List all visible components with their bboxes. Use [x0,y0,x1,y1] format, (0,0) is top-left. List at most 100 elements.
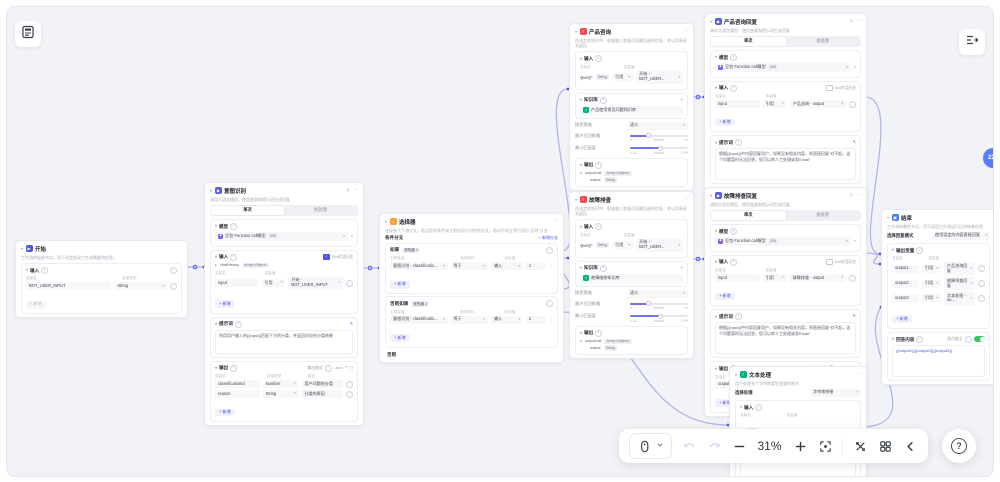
condition-ref-select[interactable]: 意图识别 - classificatio...▾ [390,262,448,270]
chevron-down-icon[interactable]: ▾ [580,331,582,335]
collapse-chevron-icon[interactable]: ▾ [21,247,23,251]
end-var-name-field[interactable]: output1 [892,265,919,273]
fit-view-button[interactable] [817,438,833,454]
model-settings-icon[interactable]: ≡ [854,239,856,244]
collapse-chevron-icon[interactable]: ▾ [575,30,577,34]
chevron-down-icon[interactable]: ▾ [715,260,717,264]
model-select[interactable]: ◆豆包·Function call模型32K▾ [215,232,348,241]
collapse-chevron-icon[interactable]: ▾ [385,220,387,224]
condition-op-select[interactable]: 等于▾ [451,316,489,324]
query-mode-select[interactable]: 引用▾ [612,241,633,249]
notes-button[interactable] [15,21,41,47]
node-header[interactable]: ▾ T 文本处理 ··· [730,367,866,381]
node-header[interactable]: ▾ ◆ 故障排查回复 ▷··· [705,188,866,202]
chevron-down-icon[interactable]: ▾ [580,225,582,229]
output-name-field[interactable]: reason [215,390,260,398]
chevron-down-icon[interactable]: ▾ [892,248,894,252]
chevron-down-icon[interactable]: ▾ [26,268,28,272]
input-mode-select[interactable]: 引用▾ [763,100,787,108]
add-field-icon[interactable]: + [170,267,177,274]
node-start[interactable]: ▾ ▶ 开始 工作流的起始节点，用于设定启动工作流需要的信息。 ▾输入i+ 变量… [15,240,188,318]
end-var-mode-select[interactable]: 引用▾ [922,280,941,288]
add-branch-button[interactable]: + 新增分支 [539,235,558,241]
prompt-textarea[interactable]: 根据{{input}}中内容回复用户，如果没有相关内容，则直接回复“对不起，这个… [715,148,856,180]
condition-value-mode-select[interactable]: 输入▾ [491,316,523,324]
chevron-down-icon[interactable]: ▾ [715,315,717,319]
output-name-field[interactable]: classificationId [215,380,260,388]
chevron-right-icon[interactable]: ▸ [580,171,582,175]
chevron-right-icon[interactable]: ▸ [580,339,582,343]
query-value-select[interactable]: 开始 - BOT_USER...▾ [636,239,683,252]
start-field-type-select[interactable]: String▾ [114,282,167,290]
tab-single[interactable]: 单次 [711,37,786,46]
add-knowledge-icon[interactable]: + [681,266,683,271]
run-icon[interactable]: ▷ [347,188,350,193]
query-mode-select[interactable]: 引用▾ [612,73,633,81]
workflow-canvas[interactable]: ▾ ▶ 开始 工作流的起始节点，用于设定启动工作流需要的信息。 ▾输入i+ 变量… [6,6,994,477]
output-desc-field[interactable]: 分类的原因 [301,390,343,398]
end-var-mode-select[interactable]: 引用▾ [922,265,941,273]
condition-value-input[interactable]: 2 [526,316,546,324]
query-value-select[interactable]: 开始 - BOT_USER...▾ [636,71,683,84]
add-row-button[interactable]: + 新增 [892,315,912,323]
chevron-down-icon[interactable]: ▾ [892,337,894,341]
bot-history-checkbox[interactable] [826,85,833,92]
node-end[interactable]: ▾ ▣ 结束 工作流的最终节点，用于返回工作流运行后的结果信息 选择回复模式 使… [881,209,994,385]
node-header[interactable]: ▾ ≡ 故障排查 ··· [570,192,693,206]
input-name-field[interactable]: input [715,100,760,108]
copy-icon[interactable]: ▢ [349,366,353,371]
optimize-prompt-icon[interactable]: ✎ [853,140,856,145]
help-button[interactable]: ? [942,429,976,463]
condition-op-select[interactable]: 等于▾ [451,262,489,270]
end-var-name-field[interactable]: output3 [892,294,919,302]
minimap-button[interactable] [877,438,893,454]
zoom-in-button[interactable] [792,438,808,454]
model-select[interactable]: ◆豆包·Function call模型32K▾ [715,63,851,72]
branch-menu-icon[interactable]: − [546,300,553,307]
more-icon[interactable]: ··· [354,188,359,193]
condition-value-input[interactable]: 1 [526,262,546,270]
start-field-name-input[interactable]: BOT_USER_INPUT [26,282,111,290]
collapse-chevron-icon[interactable]: ▾ [575,198,577,202]
undo-icon[interactable] [681,438,697,454]
node-header[interactable]: ▾ ◆ 意图识别 ▷··· [205,183,363,197]
node-kb-product[interactable]: ▾ ≡ 产品咨询 ··· 在选定的知识中，根据输入变量召回最匹配的信息，并以列表… [569,23,694,191]
remove-row-icon[interactable]: − [978,295,985,302]
remove-row-icon[interactable]: − [849,275,856,282]
min-match-slider[interactable]: 0.01Default0.99 [630,145,688,155]
zoom-out-button[interactable] [731,438,747,454]
condition-value-mode-select[interactable]: 输入▾ [491,262,523,270]
chevron-down-icon[interactable]: ▾ [215,366,217,370]
chevron-down-icon[interactable]: ▾ [715,229,717,233]
branch-menu-icon[interactable]: − [546,247,553,254]
optimize-prompt-icon[interactable]: ✎ [350,322,353,327]
chevron-down-icon[interactable]: ▾ [580,57,582,61]
node-kb-fault[interactable]: ▾ ≡ 故障排查 ··· 在选定的知识中，根据输入变量召回最匹配的信息，并以列表… [569,191,694,359]
zoom-level[interactable]: 31% [756,439,783,453]
more-icon[interactable]: ··· [857,193,862,198]
node-intent[interactable]: ▾ ◆ 意图识别 ▷··· 调用大语言模型，使用变量和提示词生成回复 单次 批处… [204,182,364,426]
input-mode-select[interactable]: 引用▾ [261,279,285,287]
chevron-down-icon[interactable]: ▾ [740,405,742,409]
end-var-mode-select[interactable]: 引用▾ [922,294,941,302]
chevron-down-icon[interactable]: ▾ [215,322,217,326]
run-icon[interactable]: ▷ [850,193,853,198]
output-type-select[interactable]: String▾ [263,390,299,398]
pointer-mode-button[interactable] [629,433,672,459]
collapse-toolbar-button[interactable] [902,438,918,454]
input-mode-select[interactable]: 引用▾ [763,274,787,282]
prompt-textarea[interactable]: 利用用户输入的{{input}}匹配下方的分类，并返回对应的分类结果 [215,330,353,354]
input-value-select[interactable]: 产品咨询 - output▾ [790,100,846,108]
min-match-slider[interactable]: 0.01Default0.99 [630,313,688,323]
tab-single[interactable]: 单次 [211,206,284,215]
chevron-down-icon[interactable]: ▾ [580,163,582,167]
chevron-down-icon[interactable]: ▾ [580,98,582,102]
input-value-select[interactable]: 开始 - BOT_USER_INPUT▾ [288,277,343,290]
input-name-field[interactable]: input [715,274,760,282]
add-condition-button[interactable]: + 新增 [390,281,410,289]
max-recall-slider[interactable]: 3Default10 [630,133,688,143]
search-strategy-select[interactable]: 语义▾ [627,122,688,130]
add-row-button[interactable]: + 新增 [215,409,235,417]
chevron-down-icon[interactable]: ▾ [715,86,717,90]
add-row-button[interactable]: + 新增 [715,293,735,301]
